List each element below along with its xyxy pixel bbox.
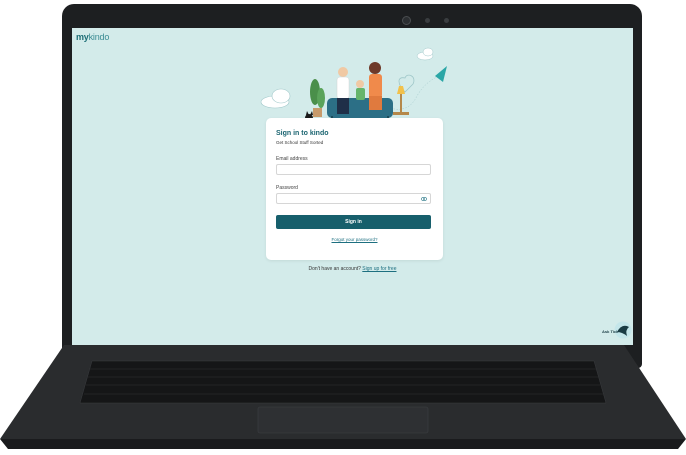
trackpad[interactable] [257,406,429,434]
webcam-icon [402,16,411,25]
logo-suffix: kindo [88,32,110,42]
webcam-bar [402,16,449,25]
email-field[interactable] [276,164,431,175]
laptop-base [0,345,686,449]
sofa [327,98,393,118]
plant-icon [310,79,325,117]
person-mom [369,62,381,74]
signup-prompt: Don't have an account? [308,266,361,272]
ask-tick-label: Ask Tick [602,329,619,334]
keyboard [79,360,607,404]
signup-row: Don't have an account? Sign up for free [72,266,633,272]
webcam-sensor-icon [444,18,449,23]
paper-plane-icon [435,66,447,82]
logo-prefix: my [76,32,89,42]
email-label: Email address [276,156,308,162]
signin-subtitle: Get School Stuff Sorted [276,140,324,145]
cloud-icon [416,47,434,61]
ask-tick-button[interactable]: Ask Tick [600,321,632,341]
forgot-password-link[interactable]: Forgot your password? [266,237,443,242]
webcam-light-icon [425,18,430,23]
person-dad [338,67,348,77]
eye-icon[interactable] [421,196,427,202]
person-child [356,80,364,88]
signin-title: Sign in to kindo [276,130,329,137]
signin-card: Sign in to kindo Get School Stuff Sorted… [266,118,443,260]
signin-button[interactable]: Sign in [276,215,431,229]
flight-path [384,75,440,110]
signup-link[interactable]: Sign up for free [362,266,396,272]
screen: mykindo Sign in to kindo Get School Stuf… [72,28,633,345]
app-logo[interactable]: mykindo [76,32,109,42]
password-field[interactable] [276,193,431,204]
cloud-icon [260,88,291,109]
password-label: Password [276,185,298,191]
